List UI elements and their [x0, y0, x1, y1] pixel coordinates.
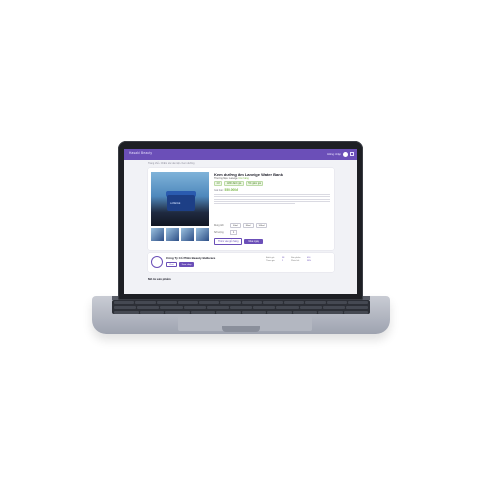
stock-status: Còn hàng	[238, 177, 249, 180]
laptop-keyboard	[112, 300, 370, 314]
login-link[interactable]: Đăng nhập	[327, 152, 341, 156]
add-to-cart-button[interactable]: Thêm vào giỏ hàng	[214, 238, 243, 245]
product-thumbnails	[151, 228, 209, 241]
chat-button[interactable]: Chat	[166, 262, 177, 268]
view-shop-button[interactable]: Xem shop	[178, 262, 195, 268]
thumbnail[interactable]	[196, 228, 209, 241]
quantity-stepper[interactable]: 1	[230, 230, 238, 235]
action-row: Thêm vào giỏ hàng Mua ngay	[214, 238, 263, 245]
option-label: Dung tích	[214, 224, 224, 227]
stat-value: 416	[307, 257, 311, 259]
product-description	[214, 194, 330, 205]
rating-badge: 4.8	[214, 181, 223, 187]
shop-card: Công Ty Cổ Phần Beauty Bulbcare Chat Xem…	[148, 253, 334, 272]
option-chip[interactable]: 80ml	[242, 223, 254, 229]
discount-badge: 5% giảm giá	[245, 181, 264, 187]
stat-label: Phản hồi	[291, 260, 300, 263]
option-chip[interactable]: 50ml	[230, 223, 241, 229]
laptop-screen: Hasaki Beauty Đăng nhập Trang chủ › Chăm…	[124, 149, 357, 294]
avatar-icon[interactable]	[343, 152, 348, 157]
price-value: 550.000đ	[224, 188, 239, 192]
stat-label: Đánh giá	[266, 257, 275, 259]
shop-logo-icon[interactable]	[151, 256, 163, 268]
stat-label: Tham gia	[266, 260, 275, 263]
price-row: Giá bán: 550.000đ	[214, 188, 238, 192]
description-heading: Mô tả sản phẩm	[148, 277, 171, 281]
price-label: Giá bán:	[214, 189, 224, 192]
product-badges: 4.8 1280 đánh giá 5% giảm giá	[214, 181, 264, 187]
quantity-label: Số lượng	[214, 231, 224, 234]
thumbnail[interactable]	[151, 228, 164, 241]
breadcrumb[interactable]: Trang chủ › Chăm sóc da mặt › Kem dưỡng	[148, 162, 194, 165]
stat-value: 98%	[307, 260, 312, 263]
thumbnail[interactable]	[181, 228, 194, 241]
shop-name[interactable]: Công Ty Cổ Phần Beauty Bulbcare	[166, 256, 215, 260]
stat-value: 2	[282, 260, 284, 263]
stat-value: 98	[282, 257, 285, 259]
buy-now-button[interactable]: Mua ngay	[244, 239, 263, 244]
brand-label: Thương hiệu: Laneige	[214, 177, 238, 180]
quantity-row: Số lượng 1	[214, 230, 238, 235]
thumbnail[interactable]	[166, 228, 179, 241]
shop-buttons: Chat Xem shop	[166, 262, 195, 268]
cart-icon[interactable]	[350, 152, 354, 156]
option-chip[interactable]: 100ml	[255, 223, 268, 229]
reviews-badge[interactable]: 1280 đánh giá	[224, 181, 244, 187]
product-subtitle: Thương hiệu: Laneige Còn hàng	[214, 177, 249, 180]
jar-label: LANEIGE	[170, 202, 181, 205]
laptop-notch	[222, 326, 260, 332]
stat-label: Sản phẩm	[291, 257, 301, 259]
product-card: LANEIGE Kem dưỡng ẩm Laneige Water Bank …	[148, 168, 334, 250]
shop-stats: Đánh giá 98 Sản phẩm 416 Tham gia 2 Phản…	[266, 257, 314, 262]
site-brand[interactable]: Hasaki Beauty	[129, 151, 152, 155]
product-main-image[interactable]: LANEIGE	[151, 172, 209, 226]
top-navbar: Hasaki Beauty Đăng nhập	[124, 149, 357, 160]
option-row: Dung tích 50ml 80ml 100ml	[214, 223, 268, 229]
